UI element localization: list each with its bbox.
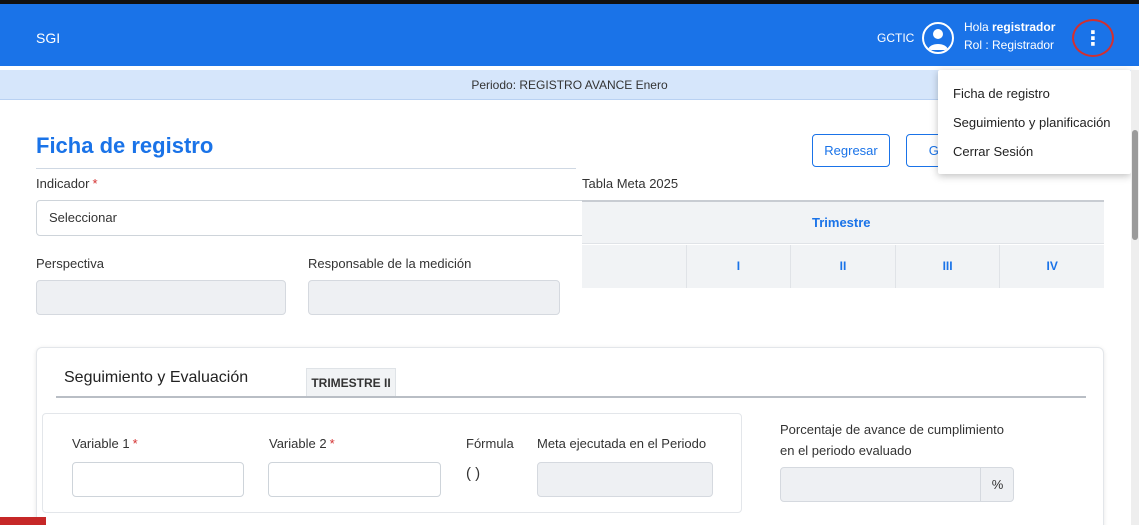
tab-underline xyxy=(56,396,1086,398)
more-options-icon[interactable]: ⋮ xyxy=(1072,19,1114,57)
user-greeting: Hola registrador Rol : Registrador xyxy=(964,18,1055,54)
responsible-field xyxy=(308,280,560,315)
indicator-select-value: Seleccionar xyxy=(49,210,117,225)
required-mark: * xyxy=(92,176,98,191)
meta-col-iv: IV xyxy=(1046,259,1058,273)
meta-col-i: I xyxy=(687,245,792,288)
indicator-label: Indicador * xyxy=(36,176,98,191)
required-mark: * xyxy=(329,436,335,451)
user-avatar-icon[interactable] xyxy=(922,22,954,54)
variable-2-label-text: Variable 2 xyxy=(269,436,327,451)
username: registrador xyxy=(992,20,1056,34)
variable-2-label: Variable 2 * xyxy=(269,436,335,451)
variable-1-label-text: Variable 1 xyxy=(72,436,130,451)
menu-item-ficha-registro[interactable]: Ficha de registro xyxy=(938,82,1131,111)
formula-value: ( ) xyxy=(466,465,481,482)
menu-item-cerrar-sesion[interactable]: Cerrar Sesión xyxy=(938,140,1131,169)
meta-col-ii: II xyxy=(791,245,896,288)
variable-1-label: Variable 1 * xyxy=(72,436,138,451)
user-role: Rol : Registrador xyxy=(964,38,1055,52)
percentage-field xyxy=(780,467,1014,502)
scrollbar-thumb[interactable] xyxy=(1132,130,1138,240)
back-button[interactable]: Regresar xyxy=(812,134,890,167)
formula-label: Fórmula xyxy=(466,436,514,451)
percentage-label-line1: Porcentaje de avance de cumplimiento xyxy=(780,422,1005,437)
org-label: GCTIC xyxy=(877,31,915,45)
trimester-header: Trimestre xyxy=(812,215,871,230)
percent-unit: % xyxy=(980,467,1014,502)
meta-table-row: I II III IV xyxy=(582,245,1104,288)
meta-table: Trimestre I II III IV xyxy=(582,200,1104,288)
title-divider xyxy=(36,168,576,169)
perspective-field xyxy=(36,280,286,315)
perspective-label: Perspectiva xyxy=(36,256,104,271)
responsible-label: Responsable de la medición xyxy=(308,256,472,271)
tab-trimestre-ii[interactable]: TRIMESTRE II xyxy=(306,368,396,397)
meta-table-title: Tabla Meta 2025 xyxy=(582,176,679,191)
percentage-label-line2: en el periodo evaluado xyxy=(780,443,912,458)
meta-executed-field xyxy=(537,462,713,497)
variable-1-input[interactable] xyxy=(72,462,244,497)
user-dropdown-menu: Ficha de registro Seguimiento y planific… xyxy=(938,70,1131,174)
meta-table-header: Trimestre xyxy=(582,202,1104,244)
percentage-label: Porcentaje de avance de cumplimiento en … xyxy=(780,419,1004,461)
meta-col-iii: III xyxy=(896,245,1001,288)
greeting-prefix: Hola xyxy=(964,20,993,34)
required-mark: * xyxy=(132,436,138,451)
tracking-title: Seguimiento y Evaluación xyxy=(64,369,249,386)
corner-marker xyxy=(0,517,46,525)
meta-col-blank xyxy=(582,245,687,288)
top-navbar: SGI GCTIC Hola registrador Rol : Registr… xyxy=(0,0,1139,66)
menu-item-seguimiento[interactable]: Seguimiento y planificación xyxy=(938,111,1131,140)
variable-2-input[interactable] xyxy=(268,462,441,497)
indicator-label-text: Indicador xyxy=(36,176,90,191)
page-title: Ficha de registro xyxy=(36,133,214,158)
app-name[interactable]: SGI xyxy=(36,30,60,46)
meta-executed-label: Meta ejecutada en el Periodo xyxy=(537,436,707,451)
